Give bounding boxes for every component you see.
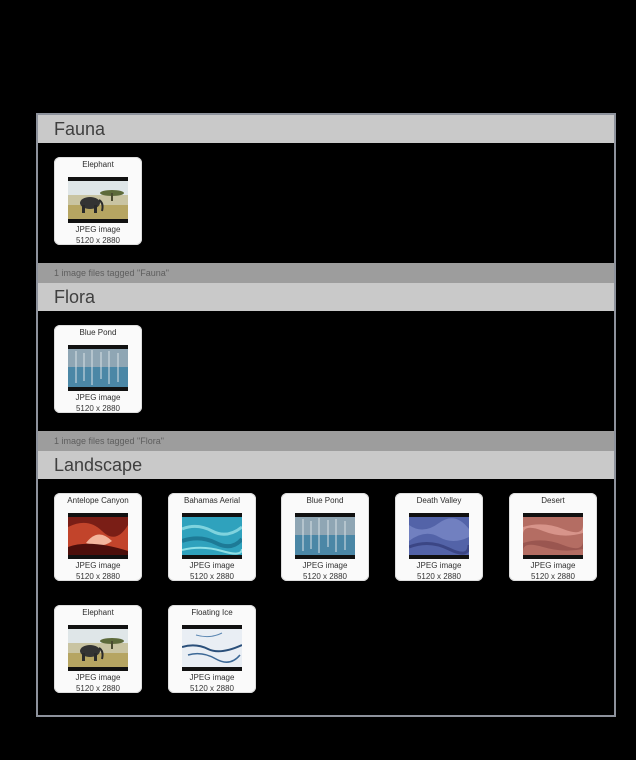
image-kind: JPEG image [75, 561, 121, 570]
image-tile[interactable]: Blue Pond JPEG image 5120 x 2880 [54, 325, 142, 413]
section-footer-flora: 1 image files tagged "Flora" [38, 431, 614, 451]
image-dimensions: 5120 x 2880 [75, 684, 121, 693]
image-thumbnail [68, 177, 128, 223]
bluepond-thumbnail-art [68, 349, 128, 387]
image-kind: JPEG image [75, 673, 121, 682]
image-thumbnail [68, 625, 128, 671]
deathvalley-thumbnail-art [409, 517, 469, 555]
image-thumbnail [295, 513, 355, 559]
image-kind: JPEG image [530, 561, 576, 570]
section-body-flora: Blue Pond JPEG image 5120 x 2880 [38, 311, 614, 431]
image-kind: JPEG image [75, 225, 121, 234]
image-kind: JPEG image [189, 673, 235, 682]
section-body-landscape: Antelope Canyon JPEG image 5120 x 2880 B… [38, 479, 614, 715]
image-title: Blue Pond [79, 328, 117, 337]
image-kind: JPEG image [75, 393, 121, 402]
elephant-thumbnail-art [68, 181, 128, 219]
image-title: Blue Pond [306, 496, 344, 505]
image-dimensions: 5120 x 2880 [302, 572, 348, 581]
section-header-landscape: Landscape [38, 451, 614, 479]
elephant-thumbnail-art [68, 629, 128, 667]
image-title: Elephant [82, 160, 114, 169]
image-dimensions: 5120 x 2880 [189, 684, 235, 693]
bahamas-thumbnail-art [182, 517, 242, 555]
image-tile[interactable]: Elephant JPEG image 5120 x 2880 [54, 157, 142, 245]
image-dimensions: 5120 x 2880 [530, 572, 576, 581]
image-kind: JPEG image [302, 561, 348, 570]
image-dimensions: 5120 x 2880 [416, 572, 462, 581]
image-dimensions: 5120 x 2880 [75, 236, 121, 245]
image-thumbnail [182, 625, 242, 671]
image-title: Antelope Canyon [67, 496, 129, 505]
section-footer-fauna: 1 image files tagged "Fauna" [38, 263, 614, 283]
screen: { "sections": [ { "title": "Fauna", "foo… [0, 0, 636, 760]
image-thumbnail [182, 513, 242, 559]
section-header-fauna: Fauna [38, 115, 614, 143]
antelope-thumbnail-art [68, 517, 128, 555]
image-dimensions: 5120 x 2880 [189, 572, 235, 581]
image-browser: Fauna Elephant JPEG image 5120 x 2880 1 … [36, 113, 616, 717]
image-tile[interactable]: Elephant JPEG image 5120 x 2880 [54, 605, 142, 693]
section-header-flora: Flora [38, 283, 614, 311]
image-title: Elephant [82, 608, 114, 617]
image-thumbnail [68, 345, 128, 391]
image-kind: JPEG image [416, 561, 462, 570]
image-tile[interactable]: Desert JPEG image 5120 x 2880 [509, 493, 597, 581]
image-thumbnail [409, 513, 469, 559]
image-thumbnail [68, 513, 128, 559]
desert-thumbnail-art [523, 517, 583, 555]
image-dimensions: 5120 x 2880 [75, 404, 121, 413]
image-kind: JPEG image [189, 561, 235, 570]
section-body-fauna: Elephant JPEG image 5120 x 2880 [38, 143, 614, 263]
image-title: Death Valley [416, 496, 462, 505]
image-tile[interactable]: Antelope Canyon JPEG image 5120 x 2880 [54, 493, 142, 581]
bluepond-thumbnail-art [295, 517, 355, 555]
image-thumbnail [523, 513, 583, 559]
image-title: Floating Ice [191, 608, 233, 617]
image-tile[interactable]: Bahamas Aerial JPEG image 5120 x 2880 [168, 493, 256, 581]
ice-thumbnail-art [182, 629, 242, 667]
image-title: Desert [541, 496, 565, 505]
image-tile[interactable]: Blue Pond JPEG image 5120 x 2880 [281, 493, 369, 581]
image-title: Bahamas Aerial [183, 496, 241, 505]
image-dimensions: 5120 x 2880 [75, 572, 121, 581]
image-tile[interactable]: Floating Ice JPEG image 5120 x 2880 [168, 605, 256, 693]
image-tile[interactable]: Death Valley JPEG image 5120 x 2880 [395, 493, 483, 581]
